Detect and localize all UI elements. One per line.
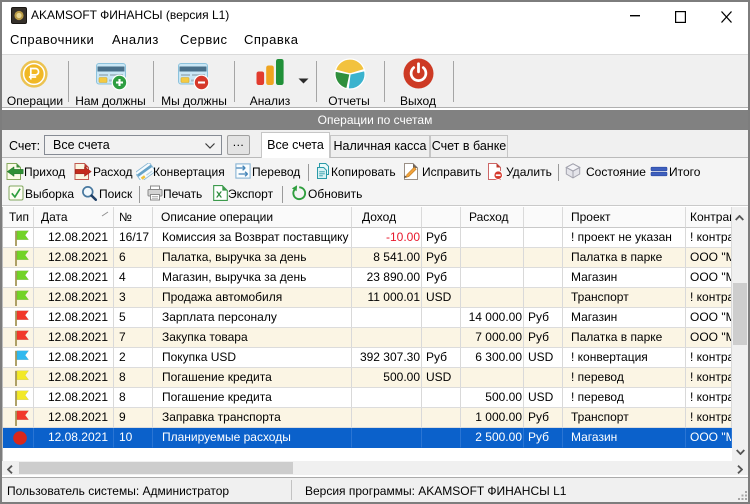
svg-text:x: x: [216, 189, 223, 201]
